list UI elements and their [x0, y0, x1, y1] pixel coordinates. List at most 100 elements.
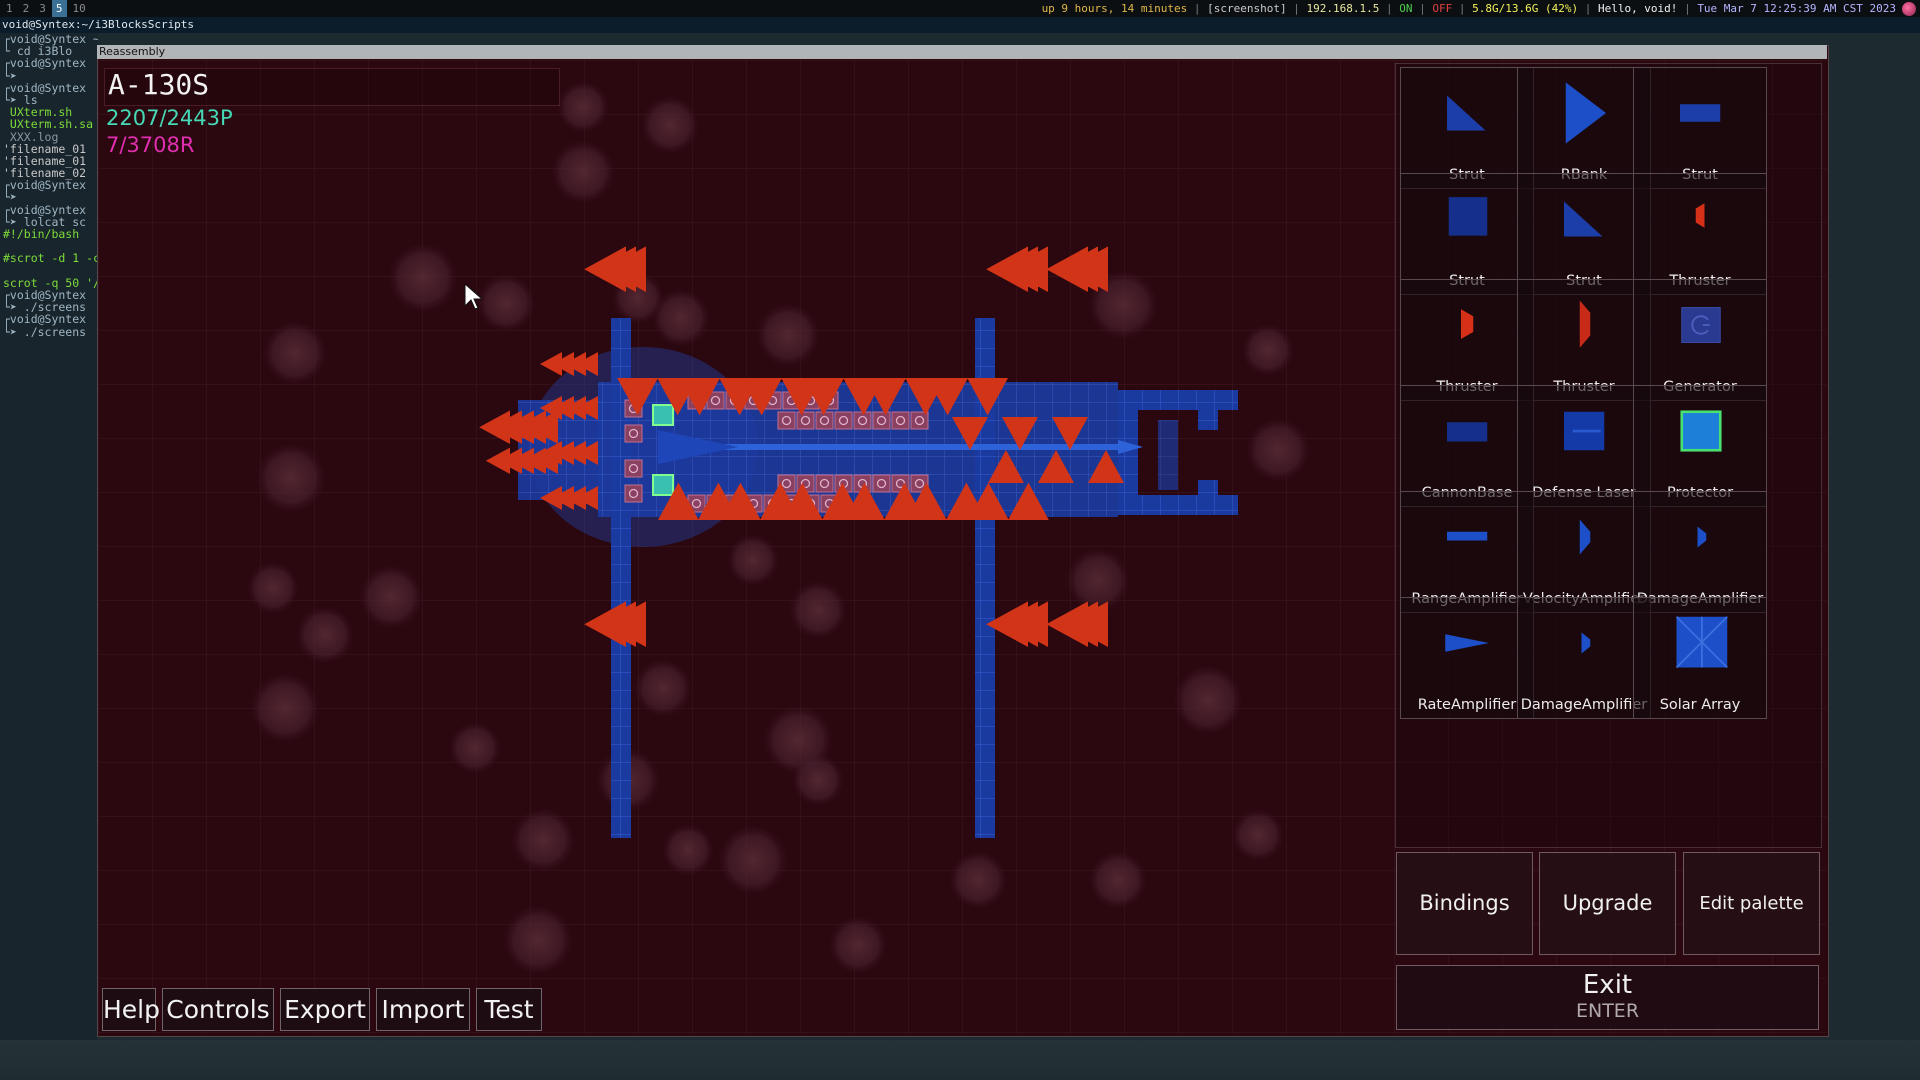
controls-button[interactable]: Controls [162, 988, 274, 1031]
terminal-line: └➤ [3, 68, 17, 83]
ip-text: 192.168.1.5 [1306, 2, 1380, 15]
import-button[interactable]: Import [376, 988, 470, 1031]
palette-tile-label: DamageAmplifier [1520, 697, 1648, 713]
tall-thruster-icon [1579, 300, 1591, 348]
mode-text: [screenshot] [1207, 2, 1287, 15]
plant-pod [789, 581, 847, 639]
exit-key-hint: ENTER [1575, 1000, 1640, 1022]
ship-points: 2207/2443P [106, 106, 233, 130]
terminal-title: void@Syntex:~/i3BlocksScripts [0, 17, 1920, 33]
palette-tile-thruster[interactable]: Thruster [1633, 173, 1767, 295]
generator-block[interactable] [796, 411, 815, 430]
plant-pod [634, 659, 692, 717]
plant-pod [727, 534, 779, 586]
exit-button[interactable]: Exit ENTER [1396, 965, 1819, 1030]
generator-block[interactable] [872, 474, 891, 493]
block-palette: StrutRBankStrutStrutStrutThrusterThruste… [1395, 63, 1822, 848]
protector-icon [1680, 410, 1722, 452]
workspace-10[interactable]: 10 [69, 0, 90, 17]
plant-pod [1066, 548, 1130, 612]
memory-text: 5.8G/13.6G (42%) [1472, 2, 1579, 15]
rate-amplifier-icon [1445, 634, 1489, 652]
generator-block[interactable] [834, 411, 853, 430]
net-off-text: OFF [1432, 2, 1453, 15]
game-window-title: Reassembly [97, 45, 1827, 59]
test-button[interactable]: Test [476, 988, 542, 1031]
generator-block[interactable] [815, 474, 834, 493]
ship-name[interactable]: A-130S [108, 68, 209, 101]
rbank-triangle-icon [1565, 82, 1606, 144]
terminal-line: ┌void@Syntex [3, 312, 87, 327]
palette-tile-thruster[interactable]: Thruster [1517, 279, 1651, 401]
palette-tile-protector[interactable]: Protector [1633, 385, 1767, 507]
generator-block[interactable] [853, 411, 872, 430]
velocity-amplifier-icon [1579, 519, 1591, 555]
palette-tile-damageamplifier[interactable]: DamageAmplifier [1517, 597, 1651, 719]
edit-palette-button[interactable]: Edit palette [1683, 852, 1820, 955]
exit-label: Exit [1582, 970, 1633, 1000]
plant-pod [477, 274, 535, 332]
palette-tile-rateamplifier[interactable]: RateAmplifier [1400, 597, 1534, 719]
datetime-text: Tue Mar 7 12:25:39 AM CST 2023 [1697, 2, 1896, 15]
plant-pod [1173, 665, 1243, 735]
terminal-window[interactable]: ┌void@Syntex ~/└ cd i3Blo ┌void@Syntex └➤ ┌… [0, 33, 98, 1080]
palette-tile-rangeamplifier[interactable]: RangeAmplifier [1400, 491, 1534, 613]
terminal-line: XXX.log [3, 129, 59, 144]
generator-block[interactable] [624, 424, 643, 443]
plant-pod [557, 81, 609, 133]
palette-tile-rbank[interactable]: RBank [1517, 67, 1651, 189]
terminal-line: UXterm.sh.sa [3, 117, 94, 132]
palette-tile-strut[interactable]: Strut [1400, 173, 1534, 295]
plant-pod [641, 96, 699, 154]
plant-pod [1246, 418, 1310, 482]
generator-block[interactable] [891, 411, 910, 430]
generator-icon [1681, 307, 1721, 343]
plant-pod [388, 243, 458, 313]
palette-tile-solar-array[interactable]: Solar Array [1633, 597, 1767, 719]
palette-tile-velocityamplifier[interactable]: VelocityAmplifier [1517, 491, 1651, 613]
palette-tile-cannonbase[interactable]: CannonBase [1400, 385, 1534, 507]
workspace-3[interactable]: 3 [35, 0, 50, 17]
terminal-line: └➤ ./screens [3, 324, 87, 339]
tray-icon[interactable] [1902, 2, 1916, 16]
plant-pod [949, 851, 1007, 909]
small-thruster-icon [1695, 203, 1705, 228]
terminal-line: └➤ [3, 190, 17, 205]
palette-tile-defense-laser[interactable]: Defense Laser [1517, 385, 1651, 507]
help-button[interactable]: Help [102, 988, 160, 1031]
workspace-5[interactable]: 5 [51, 0, 67, 17]
generator-block[interactable] [624, 459, 643, 478]
triangle-strut-icon [1447, 95, 1486, 131]
palette-tile-strut[interactable]: Strut [1517, 173, 1651, 295]
terminal-line: #scrot -d 1 -c [3, 251, 98, 266]
square-strut-icon [1448, 197, 1488, 236]
damage-amplifier-icon [1581, 632, 1591, 654]
plant-pod [718, 825, 788, 895]
generator-block[interactable] [815, 411, 834, 430]
generator-block[interactable] [777, 411, 796, 430]
plant-pod [662, 824, 714, 876]
bindings-button[interactable]: Bindings [1396, 852, 1533, 955]
generator-block[interactable] [872, 411, 891, 430]
plant-pod [829, 916, 887, 974]
system-status-bar: 1 2 3 5 10 up 9 hours, 14 minutes | [scr… [0, 0, 1920, 17]
workspace-1[interactable]: 1 [2, 0, 17, 17]
plant-pod [1232, 809, 1284, 861]
palette-tile-strut[interactable]: Strut [1400, 67, 1534, 189]
workspace-switcher[interactable]: 1 2 3 5 10 [2, 0, 90, 17]
upgrade-button[interactable]: Upgrade [1539, 852, 1676, 955]
ship-editor[interactable]: A-130S 2207/2443P 7/3708R StrutRBankStru… [98, 60, 1826, 1034]
workspace-2[interactable]: 2 [19, 0, 34, 17]
palette-tile-thruster[interactable]: Thruster [1400, 279, 1534, 401]
palette-tile-generator[interactable]: Generator [1633, 279, 1767, 401]
palette-tile-damageamplifier[interactable]: DamageAmplifier [1633, 491, 1767, 613]
export-button[interactable]: Export [280, 988, 370, 1031]
status-blocks: up 9 hours, 14 minutes | [screenshot] | … [1041, 2, 1896, 15]
palette-tile-strut[interactable]: Strut [1633, 67, 1767, 189]
plant-pod [256, 443, 326, 513]
net-on-text: ON [1399, 2, 1413, 15]
uptime-text: up 9 hours, 14 minutes [1041, 2, 1188, 15]
generator-block[interactable] [624, 484, 643, 503]
plant-pod [1089, 851, 1147, 909]
